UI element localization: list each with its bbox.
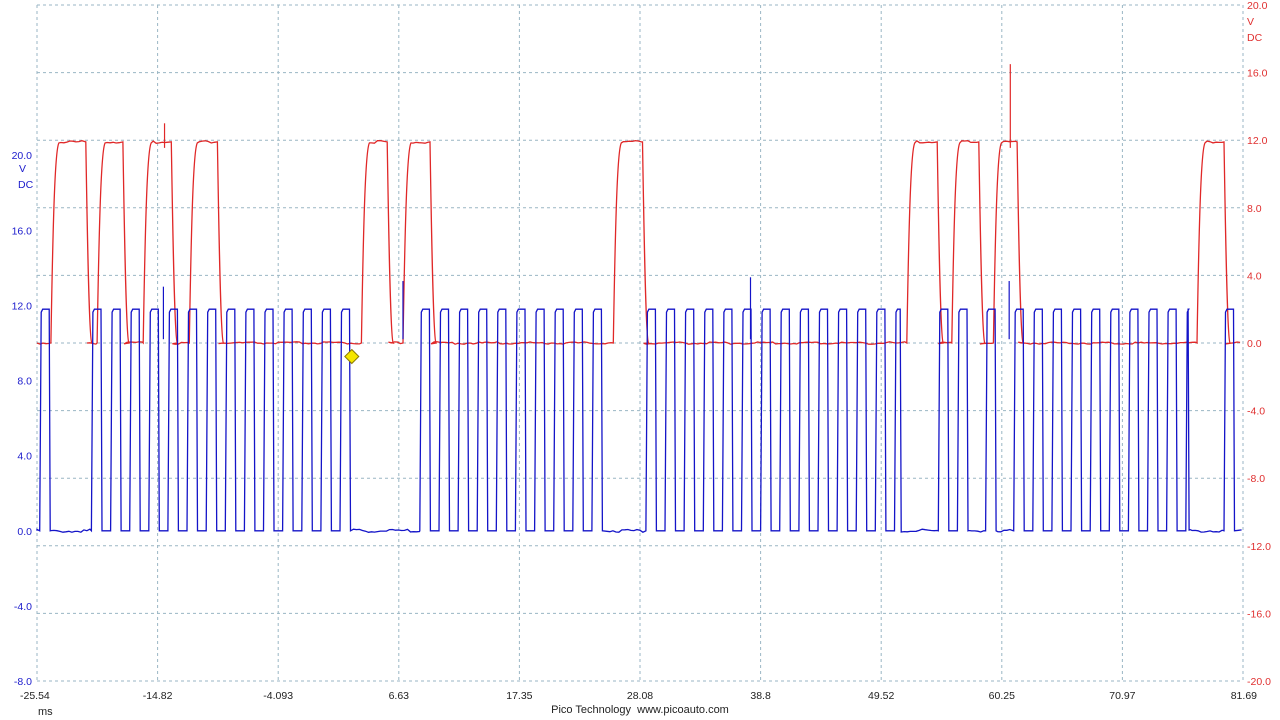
x-tick-label: 6.63 — [389, 690, 410, 702]
left-tick-label: 4.0 — [17, 451, 32, 463]
left-tick-label: -8.0 — [14, 676, 32, 688]
left-tick-label: 12.0 — [12, 300, 33, 312]
x-tick-label: 60.25 — [989, 690, 1015, 702]
left-axis: 20.0 16.0 12.0 8.0 4.0 0.0 -4.0 -8.0 V DC — [12, 150, 34, 688]
right-tick-label: 16.0 — [1247, 68, 1268, 80]
x-tick-label: -14.82 — [143, 690, 173, 702]
right-axis: 20.0 16.0 12.0 8.0 4.0 0.0 -4.0 -8.0 -12.0 -16.0 -… — [1247, 0, 1271, 688]
oscilloscope-chart: 20.0 16.0 12.0 8.0 4.0 0.0 -4.0 -8.0 V DC 20.0 16.… — [12, 0, 1272, 702]
right-tick-label: 12.0 — [1247, 135, 1268, 147]
x-axis: -25.54 -14.82 -4.093 6.63 17.35 28.08 38.8 49.5… — [20, 690, 1257, 702]
right-tick-label: -12.0 — [1247, 541, 1271, 553]
trigger-marker-layer — [344, 348, 360, 365]
x-tick-label: 17.35 — [506, 690, 532, 702]
right-unit-label: V — [1247, 16, 1254, 28]
x-tick-label: 49.52 — [868, 690, 894, 702]
x-tick-label: 70.97 — [1109, 690, 1135, 702]
right-tick-label: -4.0 — [1247, 406, 1265, 418]
left-unit-label: DC — [18, 179, 34, 191]
right-tick-label: 8.0 — [1247, 203, 1262, 215]
right-tick-label: -20.0 — [1247, 676, 1271, 688]
right-tick-label: -16.0 — [1247, 608, 1271, 620]
trigger-marker-icon — [344, 348, 360, 365]
right-tick-label: -8.0 — [1247, 473, 1265, 485]
right-tick-label: 0.0 — [1247, 338, 1262, 350]
x-tick-label: 81.69 — [1231, 690, 1257, 702]
traces — [36, 64, 1242, 533]
red-trace — [36, 139, 1241, 345]
x-tick-label: 38.8 — [750, 690, 771, 702]
x-tick-label: -25.54 — [20, 690, 50, 702]
x-tick-label: -4.093 — [263, 690, 293, 702]
right-tick-label: 20.0 — [1247, 0, 1268, 12]
left-tick-label: -4.0 — [14, 601, 32, 613]
left-tick-label: 20.0 — [12, 150, 33, 162]
right-unit-label: DC — [1247, 32, 1263, 44]
left-tick-label: 8.0 — [17, 376, 32, 388]
right-tick-label: 4.0 — [1247, 270, 1262, 282]
left-tick-label: 0.0 — [17, 526, 32, 538]
left-unit-label: V — [19, 163, 26, 175]
left-tick-label: 16.0 — [12, 225, 33, 237]
footer-brand: Pico Technology www.picoauto.com — [551, 704, 729, 716]
x-tick-label: 28.08 — [627, 690, 653, 702]
